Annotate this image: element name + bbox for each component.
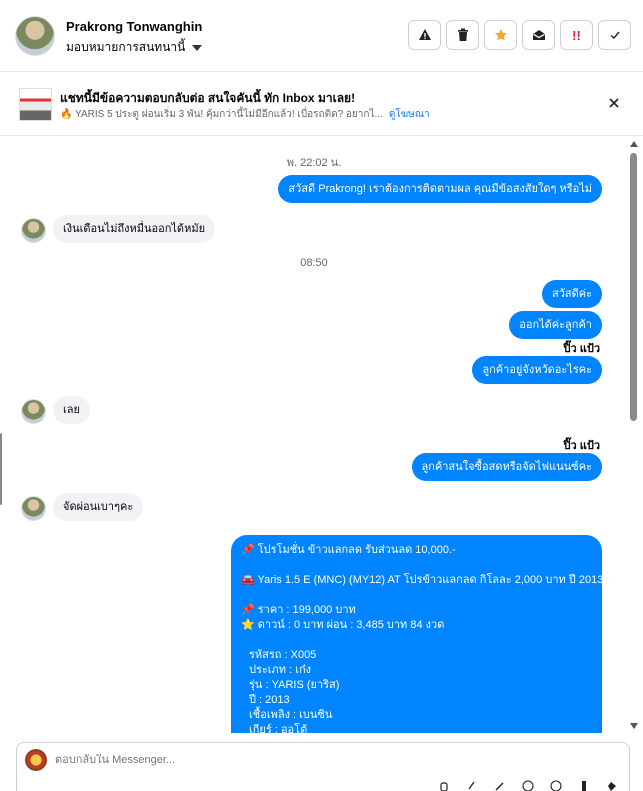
contact-name[interactable]: Prakrong Tonwanghin [66,19,202,34]
promo-line: รุ่น : YARIS (ยาริส) [249,679,340,691]
mark-done-button[interactable] [598,20,631,50]
contact-avatar-small [21,218,46,243]
close-icon [609,98,619,108]
promo-line: เกียร์ : ออโต้ [249,724,308,733]
timestamp: 08:50 [300,257,328,269]
banner-title: แชทนี้มีข้อความตอบกลับต่อ สนใจคันนี้ ทัก… [60,91,356,105]
promo-line: ประเภท : เก๋ง [249,664,312,676]
conversation-header: Prakrong Tonwanghin มอบหมายการสนทนานี้ !… [0,0,643,72]
paperclip-icon [468,781,475,790]
promo-line: ปี : 2013 [249,694,290,706]
promo-message-outgoing[interactable]: 📌 โปรโมชั่น ข้าวแลกลด รับส่วนลด 10,000.-… [231,535,602,733]
promo-line: 📌 ราคา : 199,000 บาท [241,604,356,616]
promo-line: รหัสรถ : X005 [249,649,317,661]
messenger-conversation-window: Prakrong Tonwanghin มอบหมายการสนทนานี้ !… [0,0,643,791]
assign-label: มอบหมายการสนทนานี้ [66,40,186,54]
composer-box [16,742,630,791]
assign-conversation-dropdown[interactable]: มอบหมายการสนทนานี้ [66,38,203,57]
page-avatar [25,749,47,771]
contact-avatar-small [21,496,46,521]
view-ad-link[interactable]: ดูโฆษณา [389,107,430,122]
star-icon [494,29,507,41]
emoji-button[interactable] [549,779,563,791]
message-thread[interactable]: พ. 22:02 น. สวัสดี Prakrong! เราต้องการต… [0,137,628,733]
scroll-up-arrow-icon[interactable] [630,141,638,147]
star-button[interactable] [484,20,517,50]
mark-urgent-button[interactable]: !! [560,20,593,50]
delete-button[interactable] [446,20,479,50]
like-button[interactable] [605,779,619,791]
banner-subtitle-row: 🔥 YARIS 5 ประตู ผ่อนเริ่ม 3 พัน! คุ้มกว่… [60,107,430,122]
composer [0,733,643,791]
thumbs-up-icon [608,782,616,791]
check-icon [610,31,620,39]
contact-avatar-small [21,399,46,424]
smiley-icon [550,780,562,791]
message-outgoing[interactable]: สวัสดีค่ะ [541,280,602,308]
more-button[interactable] [521,779,535,791]
scroll-down-arrow-icon[interactable] [630,723,638,729]
message-outgoing[interactable]: ออกได้ค่ะลูกค้า [509,311,602,339]
mark-unread-button[interactable] [522,20,555,50]
mark-spam-button[interactable] [408,20,441,50]
timestamp: พ. 22:02 น. [286,157,342,169]
warning-icon [418,29,431,40]
hand-icon [440,782,448,791]
reply-input[interactable] [55,754,455,766]
message-outgoing[interactable]: ลูกค้าสนใจซื้อสดหรือจัดไฟแนนซ์คะ [411,453,602,481]
edit-button[interactable] [493,779,507,791]
thread-scrollbar[interactable] [629,137,639,733]
more-icon [522,780,534,791]
message-outgoing[interactable]: สวัสดี Prakrong! เราต้องการติดตามผล คุณม… [278,175,602,203]
saved-reply-button[interactable] [437,779,451,791]
tag-button[interactable] [577,779,591,791]
pen-icon [495,782,504,791]
ad-thumbnail[interactable] [19,88,52,121]
sender-name: ปิ๊ว แป้ว [563,343,600,355]
sender-name: ปิ๊ว แป้ว [563,440,600,452]
message-incoming[interactable]: จัดผ่อนเบาๆคะ [53,493,144,521]
promo-line: ⭐ ดาวน์ : 0 บาท ผ่อน : 3,485 บาท 84 งวด [241,619,445,631]
left-scroll-indicator [0,433,2,505]
attach-button[interactable] [465,779,479,791]
promo-line: เชื้อเพลิง : เบนซิน [249,709,333,721]
tag-icon [582,781,586,791]
caret-down-icon [192,44,203,51]
promo-line: 🚘 Yaris 1.5 E (MNC) (MY12) AT โปรข้าวแลก… [241,574,602,586]
message-incoming[interactable]: เลย [53,396,90,424]
composer-tools [437,779,619,791]
urgent-icon: !! [572,27,581,43]
envelope-open-icon [532,30,545,40]
message-outgoing[interactable]: ลูกค้าอยู่จังหวัดอะไรคะ [472,356,602,384]
trash-icon [457,28,468,41]
scroll-thumb[interactable] [630,153,637,421]
banner-subtitle: 🔥 YARIS 5 ประตู ผ่อนเริ่ม 3 พัน! คุ้มกว่… [60,109,383,120]
promo-line: 📌 โปรโมชั่น ข้าวแลกลด รับส่วนลด 10,000.- [241,544,456,556]
ad-reply-banner: แชทนี้มีข้อความตอบกลับต่อ สนใจคันนี้ ทัก… [0,72,643,136]
close-banner-button[interactable] [607,96,621,110]
message-incoming[interactable]: เงินเดือนไม่ถึงหมื่นออกได้หมัย [53,215,216,243]
header-actions: !! [408,20,631,50]
contact-avatar[interactable] [15,16,55,56]
